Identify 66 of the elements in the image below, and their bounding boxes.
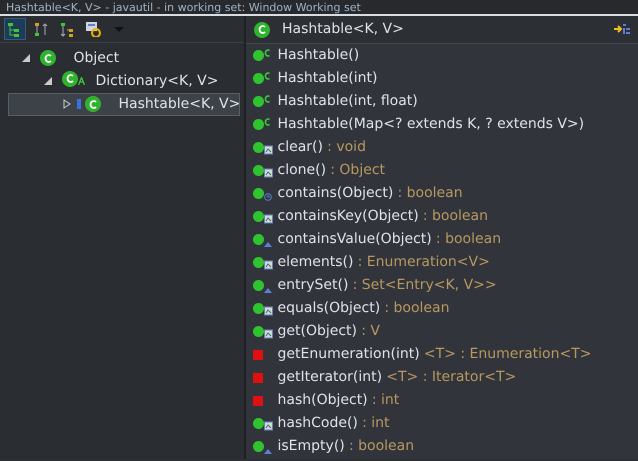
member-item[interactable]: containsValue(Object) : boolean: [246, 228, 638, 251]
member-type: : void: [327, 138, 366, 157]
class-icon: [254, 22, 270, 38]
member-name: get(Object): [278, 322, 358, 341]
tree-label: Dictionary<K, V>: [96, 72, 218, 90]
member-name: isEmpty(): [278, 437, 345, 456]
member-type: <T> : Enumeration<T>: [424, 345, 592, 364]
member-item[interactable]: contains(Object) : boolean: [246, 182, 638, 205]
tree-item[interactable]: Object: [0, 46, 244, 70]
member-name: Hashtable(int, float): [278, 92, 418, 111]
member-type: : V: [361, 322, 380, 341]
member-name: equals(Object): [278, 299, 380, 318]
hierarchy-icon[interactable]: [4, 18, 26, 40]
class-icon: [84, 96, 100, 112]
member-name: clear(): [278, 138, 323, 157]
member-item[interactable]: get(Object) : V: [246, 320, 638, 343]
tree-label: Hashtable<K, V>: [118, 94, 240, 114]
member-type: : boolean: [348, 437, 414, 456]
member-name: hashCode(): [278, 414, 358, 433]
member-item[interactable]: clone() : Object: [246, 159, 638, 182]
member-type: : Enumeration<V>: [358, 253, 490, 272]
member-type: : boolean: [422, 207, 488, 226]
member-item[interactable]: elements() : Enumeration<V>: [246, 251, 638, 274]
expand-toggle-icon[interactable]: [61, 98, 73, 110]
member-item[interactable]: equals(Object) : boolean: [246, 297, 638, 320]
member-name: elements(): [278, 253, 354, 272]
member-item[interactable]: Hashtable(int, float): [246, 90, 638, 113]
tree-item[interactable]: Dictionary<K, V>: [0, 70, 244, 92]
member-item[interactable]: hashCode() : int: [246, 412, 638, 435]
members-title: Hashtable<K, V>: [282, 20, 404, 39]
member-item[interactable]: Hashtable(Map<? extends K, ? extends V>): [246, 113, 638, 136]
tree-label: Object: [74, 48, 120, 68]
member-type: : int: [362, 414, 390, 433]
member-name: getEnumeration(int): [278, 345, 420, 364]
member-item[interactable]: getEnumeration(int) <T> : Enumeration<T>: [246, 343, 638, 366]
class-icon: [40, 50, 56, 66]
member-type: : boolean: [384, 299, 450, 318]
expand-toggle-icon[interactable]: [20, 52, 32, 64]
member-type: : boolean: [436, 230, 502, 249]
member-name: getIterator(int): [278, 368, 382, 387]
member-type: : Object: [330, 161, 386, 180]
member-name: entrySet(): [278, 276, 348, 295]
member-type: : int: [372, 391, 400, 410]
member-item[interactable]: getIterator(int) <T> : Iterator<T>: [246, 366, 638, 389]
member-name: clone(): [278, 161, 326, 180]
member-item[interactable]: isEmpty() : boolean: [246, 435, 638, 458]
member-name: Hashtable(): [278, 46, 360, 65]
member-item[interactable]: containsKey(Object) : boolean: [246, 205, 638, 228]
member-name: containsValue(Object): [278, 230, 432, 249]
member-item[interactable]: Hashtable(): [246, 44, 638, 67]
member-item[interactable]: entrySet() : Set<Entry<K, V>>: [246, 274, 638, 297]
member-type: <T> : Iterator<T>: [386, 368, 516, 387]
member-name: Hashtable(int): [278, 69, 378, 88]
member-item[interactable]: hash(Object) : int: [246, 389, 638, 412]
expand-toggle-icon[interactable]: [42, 75, 54, 87]
class-icon: [62, 70, 78, 86]
member-item[interactable]: Hashtable(int): [246, 67, 638, 90]
member-type: : Set<Entry<K, V>>: [352, 276, 497, 295]
member-item[interactable]: clear() : void: [246, 136, 638, 159]
member-name: Hashtable(Map<? extends K, ? extends V>): [278, 115, 584, 134]
member-name: contains(Object): [278, 184, 394, 203]
tree-item[interactable]: Hashtable<K, V>: [8, 92, 240, 116]
member-name: containsKey(Object): [278, 207, 419, 226]
window-title: Hashtable<K, V> - javautil - in working set: Window Working set: [0, 0, 638, 16]
member-name: hash(Object): [278, 391, 368, 410]
member-type: : boolean: [397, 184, 463, 203]
